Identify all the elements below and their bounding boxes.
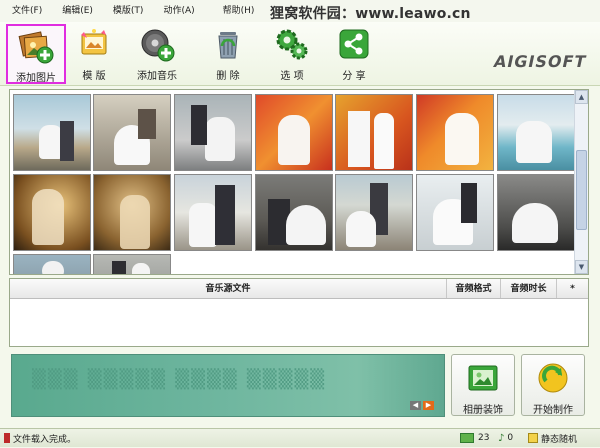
- photo-gallery[interactable]: ▲ ▼: [9, 89, 589, 275]
- add-music-icon: [139, 26, 175, 62]
- status-message: 文件载入完成。: [13, 434, 77, 445]
- col-music-source[interactable]: 音乐源文件: [10, 279, 447, 298]
- status-message-area: 文件载入完成。: [0, 429, 460, 448]
- music-count: 0: [507, 433, 514, 443]
- music-table-header: 音乐源文件 音频格式 音频时长 *: [10, 279, 588, 299]
- photo-thumbnail[interactable]: [416, 174, 494, 251]
- music-count-area: ♪ 0: [498, 429, 528, 448]
- menu-template[interactable]: 模版(T): [101, 0, 152, 22]
- bottom-panel: ▒▒▒ ▒▒▒▒▒ ▒▒▒▒ ▒▒▒▒▒ ◀ ▶ 相册装饰 开始制作: [9, 352, 589, 420]
- menu-action[interactable]: 动作(A): [151, 0, 202, 22]
- share-label: 分 享: [342, 71, 366, 82]
- photo-count-icon: [460, 433, 474, 443]
- scroll-up-arrow-icon[interactable]: ▲: [575, 90, 588, 104]
- mode-icon: [528, 433, 538, 443]
- status-icon: [4, 433, 10, 443]
- add-photo-icon: [18, 28, 54, 64]
- options-label: 选 项: [280, 71, 304, 82]
- delete-label: 删 除: [216, 71, 240, 82]
- photo-thumbnail[interactable]: [13, 254, 91, 274]
- photo-thumbnail[interactable]: [255, 94, 333, 171]
- menu-help[interactable]: 帮助(H): [211, 0, 263, 22]
- status-bar: 文件载入完成。 23 ♪ 0 静态随机: [0, 428, 600, 447]
- mode-text: 静态随机: [541, 434, 578, 445]
- music-table[interactable]: 音乐源文件 音频格式 音频时长 *: [9, 278, 589, 347]
- photo-thumbnail[interactable]: [93, 174, 171, 251]
- col-star[interactable]: *: [557, 279, 588, 298]
- template-button[interactable]: 模 版: [74, 24, 114, 84]
- add-photo-button[interactable]: 添加图片: [6, 24, 66, 84]
- col-audio-duration[interactable]: 音频时长: [501, 279, 557, 298]
- add-photo-label: 添加图片: [16, 73, 56, 84]
- photo-thumbnail[interactable]: [174, 174, 252, 251]
- picture-frame-icon: [466, 361, 500, 395]
- brand-logo: AIGISOFT: [491, 52, 589, 71]
- album-decor-label: 相册装饰: [463, 405, 503, 416]
- delete-button[interactable]: 删 除: [208, 24, 248, 84]
- options-button[interactable]: 选 项: [272, 24, 312, 84]
- ad-banner[interactable]: ▒▒▒ ▒▒▒▒▒ ▒▒▒▒ ▒▒▒▒▒ ◀ ▶: [11, 354, 445, 417]
- col-audio-format[interactable]: 音频格式: [447, 279, 501, 298]
- share-button[interactable]: 分 享: [334, 24, 374, 84]
- menu-file[interactable]: 文件(F): [0, 0, 50, 22]
- scrollbar-thumb[interactable]: [576, 150, 587, 230]
- template-icon: [76, 26, 112, 62]
- toolbar: 添加图片 模 版 添加音乐 删 除 选 项 分 享 AIGISOFT: [0, 22, 600, 86]
- trash-icon: [210, 26, 246, 62]
- share-icon: [336, 26, 372, 62]
- photo-count: 23: [478, 433, 490, 443]
- photo-thumbnail[interactable]: [174, 94, 252, 171]
- banner-blur-text: ▒▒▒ ▒▒▒▒▒ ▒▒▒▒ ▒▒▒▒▒: [32, 369, 327, 390]
- photo-thumbnail[interactable]: [93, 94, 171, 171]
- photo-thumbnail[interactable]: [416, 94, 494, 171]
- photo-thumbnail[interactable]: [255, 174, 333, 251]
- mode-area: 静态随机: [528, 429, 598, 448]
- start-arrow-icon: [536, 361, 570, 395]
- add-music-button[interactable]: 添加音乐: [132, 24, 182, 84]
- photo-thumbnail[interactable]: [13, 174, 91, 251]
- banner-next-icon[interactable]: ▶: [423, 401, 434, 410]
- add-music-label: 添加音乐: [137, 71, 177, 82]
- gear-icon: [274, 26, 310, 62]
- watermark-text: 狸窝软件园：www.leawo.cn: [270, 6, 471, 22]
- photo-thumbnail[interactable]: [93, 254, 171, 274]
- start-make-label: 开始制作: [533, 405, 573, 416]
- music-note-icon: ♪: [498, 432, 505, 444]
- photo-thumbnail[interactable]: [335, 174, 413, 251]
- photo-thumbnail[interactable]: [13, 94, 91, 171]
- template-label: 模 版: [82, 71, 106, 82]
- photo-thumbnail[interactable]: [497, 174, 575, 251]
- banner-prev-icon[interactable]: ◀: [410, 401, 421, 410]
- photo-count-area: 23: [460, 429, 498, 448]
- photo-thumbnail[interactable]: [335, 94, 413, 171]
- scroll-down-arrow-icon[interactable]: ▼: [575, 260, 588, 274]
- gallery-scrollbar[interactable]: ▲ ▼: [574, 90, 588, 274]
- start-make-button[interactable]: 开始制作: [521, 354, 585, 416]
- album-decor-button[interactable]: 相册装饰: [451, 354, 515, 416]
- photo-thumbnail[interactable]: [497, 94, 575, 171]
- menu-edit[interactable]: 编辑(E): [50, 0, 101, 22]
